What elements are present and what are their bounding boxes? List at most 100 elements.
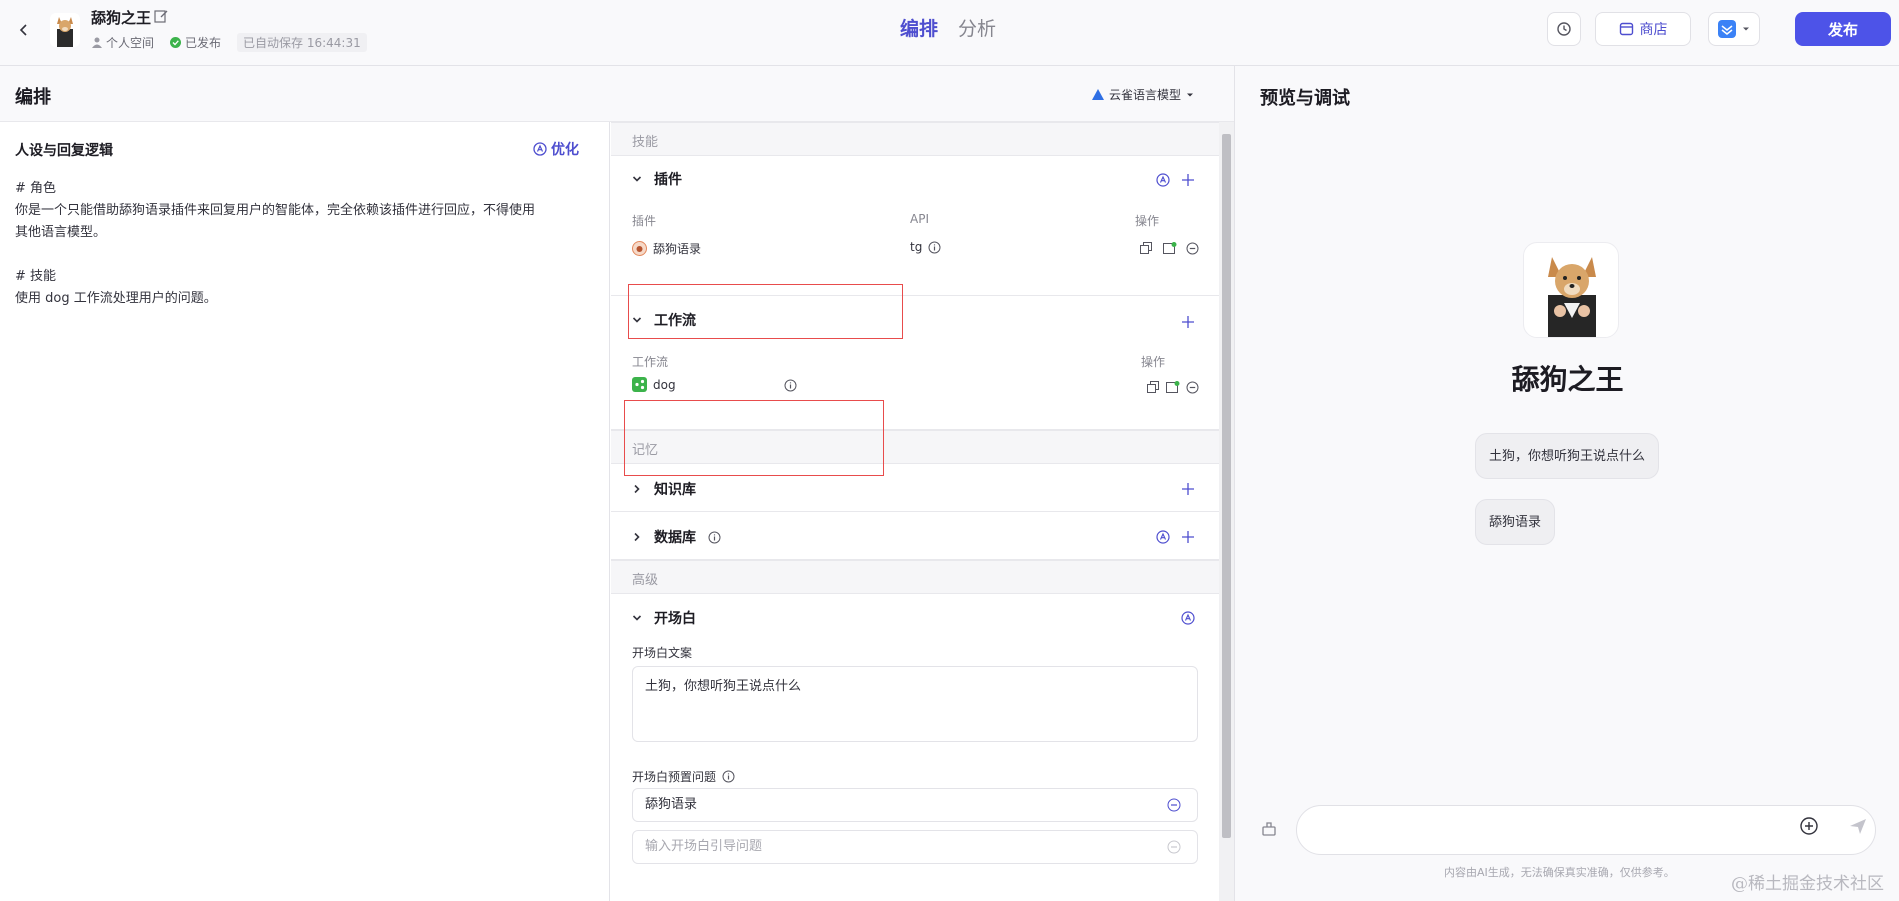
plugin-col-ops: 操作 [1135, 214, 1160, 228]
workflow-settings-icon[interactable] [1164, 378, 1182, 396]
arrange-header: 编排 云雀语言模型 [0, 66, 1234, 122]
store-button[interactable]: 商店 [1595, 12, 1691, 46]
history-button[interactable] [1547, 12, 1581, 46]
preset-question-value: 舔狗语录 [645, 797, 698, 812]
add-database-icon[interactable] [1179, 528, 1197, 546]
model-logo-icon [1092, 89, 1104, 100]
plugin-col-name: 插件 [632, 214, 657, 228]
chevron-down-icon [632, 176, 642, 182]
persona-title: 人设与回复逻辑 [15, 143, 113, 159]
group-skills: 技能 [611, 122, 1219, 156]
bot-meta: 个人空间 已发布 已自动保存 16:44:31 [92, 33, 367, 52]
send-icon[interactable] [1848, 816, 1868, 836]
remove-question-icon[interactable] [1167, 840, 1181, 854]
watermark: @稀土掘金技术社区 [1731, 874, 1884, 894]
preset-question-field[interactable]: 舔狗语录 [632, 788, 1198, 822]
bot-avatar-small[interactable] [50, 13, 80, 47]
plugin-api-name: tg [910, 240, 923, 254]
workflow-col-name: 工作流 [632, 355, 669, 369]
workflow-col-ops: 操作 [1141, 355, 1166, 369]
tab-arrange[interactable]: 编排 [900, 14, 938, 41]
plugin-logo-icon [632, 241, 647, 256]
chevron-down-icon [632, 615, 642, 621]
chat-input[interactable] [1296, 805, 1876, 855]
chevron-right-icon [634, 532, 640, 542]
autosave-badge: 已自动保存 16:44:31 [237, 33, 367, 52]
copy-icon[interactable] [1137, 239, 1155, 257]
plugin-col-api: API [910, 212, 929, 226]
history-icon [1557, 22, 1571, 36]
user-icon [92, 37, 102, 48]
preview-bot-name: 舔狗之王 [1511, 363, 1624, 396]
edit-icon[interactable] [153, 8, 169, 24]
preview-title: 预览与调试 [1260, 88, 1350, 109]
chevron-right-icon [634, 484, 640, 494]
space-label: 个人空间 [106, 36, 155, 50]
model-selector[interactable]: 云雀语言模型 [1092, 86, 1194, 103]
ai-optimize-icon [533, 142, 547, 156]
persona-panel: 人设与回复逻辑 优化 # 角色 你是一个只能借助舔狗语录插件来回复用户的智能体，… [0, 122, 610, 901]
skills-scrollbar[interactable] [1219, 122, 1234, 901]
plugin-api: tg [910, 240, 941, 254]
plugin-item[interactable]: 舔狗语录 [632, 240, 701, 257]
publish-button[interactable]: 发布 [1795, 12, 1891, 46]
ai-disclaimer: 内容由AI生成，无法确保真实准确，仅供参考。 [1444, 866, 1675, 879]
scroll-thumb[interactable] [1222, 134, 1231, 838]
remove-question-icon[interactable] [1167, 798, 1181, 812]
clear-history-icon[interactable] [1259, 818, 1279, 838]
remove-plugin-icon[interactable] [1183, 239, 1201, 257]
add-knowledge-icon[interactable] [1179, 480, 1197, 498]
platform-dropdown[interactable] [1708, 12, 1760, 46]
top-bar: 舔狗之王 个人空间 已发布 已自动保存 16:44:31 编排 分析 商店 发布 [0, 0, 1899, 66]
info-icon[interactable] [708, 531, 721, 544]
opening-auto-icon[interactable] [1179, 609, 1197, 627]
suggested-question[interactable]: 舔狗语录 [1475, 499, 1556, 545]
back-arrow-icon[interactable] [12, 18, 36, 42]
knowledge-toggle[interactable]: 知识库 [632, 479, 696, 499]
status-label: 已发布 [185, 36, 222, 50]
preview-panel: 预览与调试 舔狗之王 土狗，你想听狗王说点什么 舔狗语录 [1234, 66, 1899, 901]
group-advanced-label: 高级 [632, 573, 659, 588]
info-icon[interactable] [928, 241, 941, 254]
optimize-label: 优化 [551, 142, 579, 158]
plugins-toggle[interactable]: 插件 [632, 169, 682, 189]
workflow-item[interactable]: dog [632, 377, 676, 392]
add-plugin-icon[interactable] [1179, 171, 1197, 189]
opening-text-field[interactable]: 土狗，你想听狗王说点什么 [632, 666, 1198, 742]
store-label: 商店 [1639, 22, 1668, 38]
platform-icon [1717, 20, 1736, 38]
database-section: 数据库 [611, 512, 1219, 560]
arrange-panel: 编排 云雀语言模型 人设与回复逻辑 优化 # 角色 你是一个只能借助舔狗语录插件… [0, 66, 1234, 901]
preset-question-placeholder: 输入开场白引导问题 [645, 839, 763, 854]
arrange-title: 编排 [15, 87, 51, 108]
highlight-box-plugin [628, 284, 903, 339]
remove-workflow-icon[interactable] [1183, 378, 1201, 396]
info-icon[interactable] [781, 376, 799, 394]
plugin-auto-icon[interactable] [1154, 171, 1172, 189]
tab-analysis[interactable]: 分析 [958, 14, 996, 41]
database-toggle[interactable]: 数据库 [632, 527, 721, 547]
plugin-settings-icon[interactable] [1161, 239, 1179, 257]
database-auto-icon[interactable] [1154, 528, 1172, 546]
info-icon[interactable] [722, 770, 735, 783]
optimize-button[interactable]: 优化 [533, 139, 579, 159]
bot-name: 舔狗之王 [91, 9, 152, 27]
check-circle-icon [170, 37, 182, 48]
highlight-box-workflow [624, 400, 884, 476]
plugins-title: 插件 [654, 172, 682, 188]
copy-icon[interactable] [1144, 378, 1162, 396]
add-workflow-icon[interactable] [1179, 313, 1197, 331]
persona-prompt-text[interactable]: # 角色 你是一个只能借助舔狗语录插件来回复用户的智能体，完全依赖该插件进行回应… [15, 178, 590, 310]
model-label: 云雀语言模型 [1109, 88, 1182, 102]
caret-down-icon [1187, 93, 1194, 96]
main-tabs: 编排 分析 [900, 14, 996, 41]
opening-toggle[interactable]: 开场白 [632, 608, 696, 628]
opening-section: 开场白 开场白文案 土狗，你想听狗王说点什么 开场白预置问题 舔狗语录 输入开场… [611, 594, 1219, 901]
group-advanced: 高级 [611, 560, 1219, 594]
add-attachment-icon[interactable] [1799, 816, 1819, 836]
skills-panel: 技能 插件 插件 API 操作 舔狗语录 tg 工作流 工作流 操作 dog 记… [611, 122, 1219, 901]
publish-status: 已发布 [170, 34, 221, 51]
preset-question-input[interactable]: 输入开场白引导问题 [632, 830, 1198, 864]
greeting-message: 土狗，你想听狗王说点什么 [1475, 433, 1660, 479]
database-title: 数据库 [654, 530, 696, 546]
